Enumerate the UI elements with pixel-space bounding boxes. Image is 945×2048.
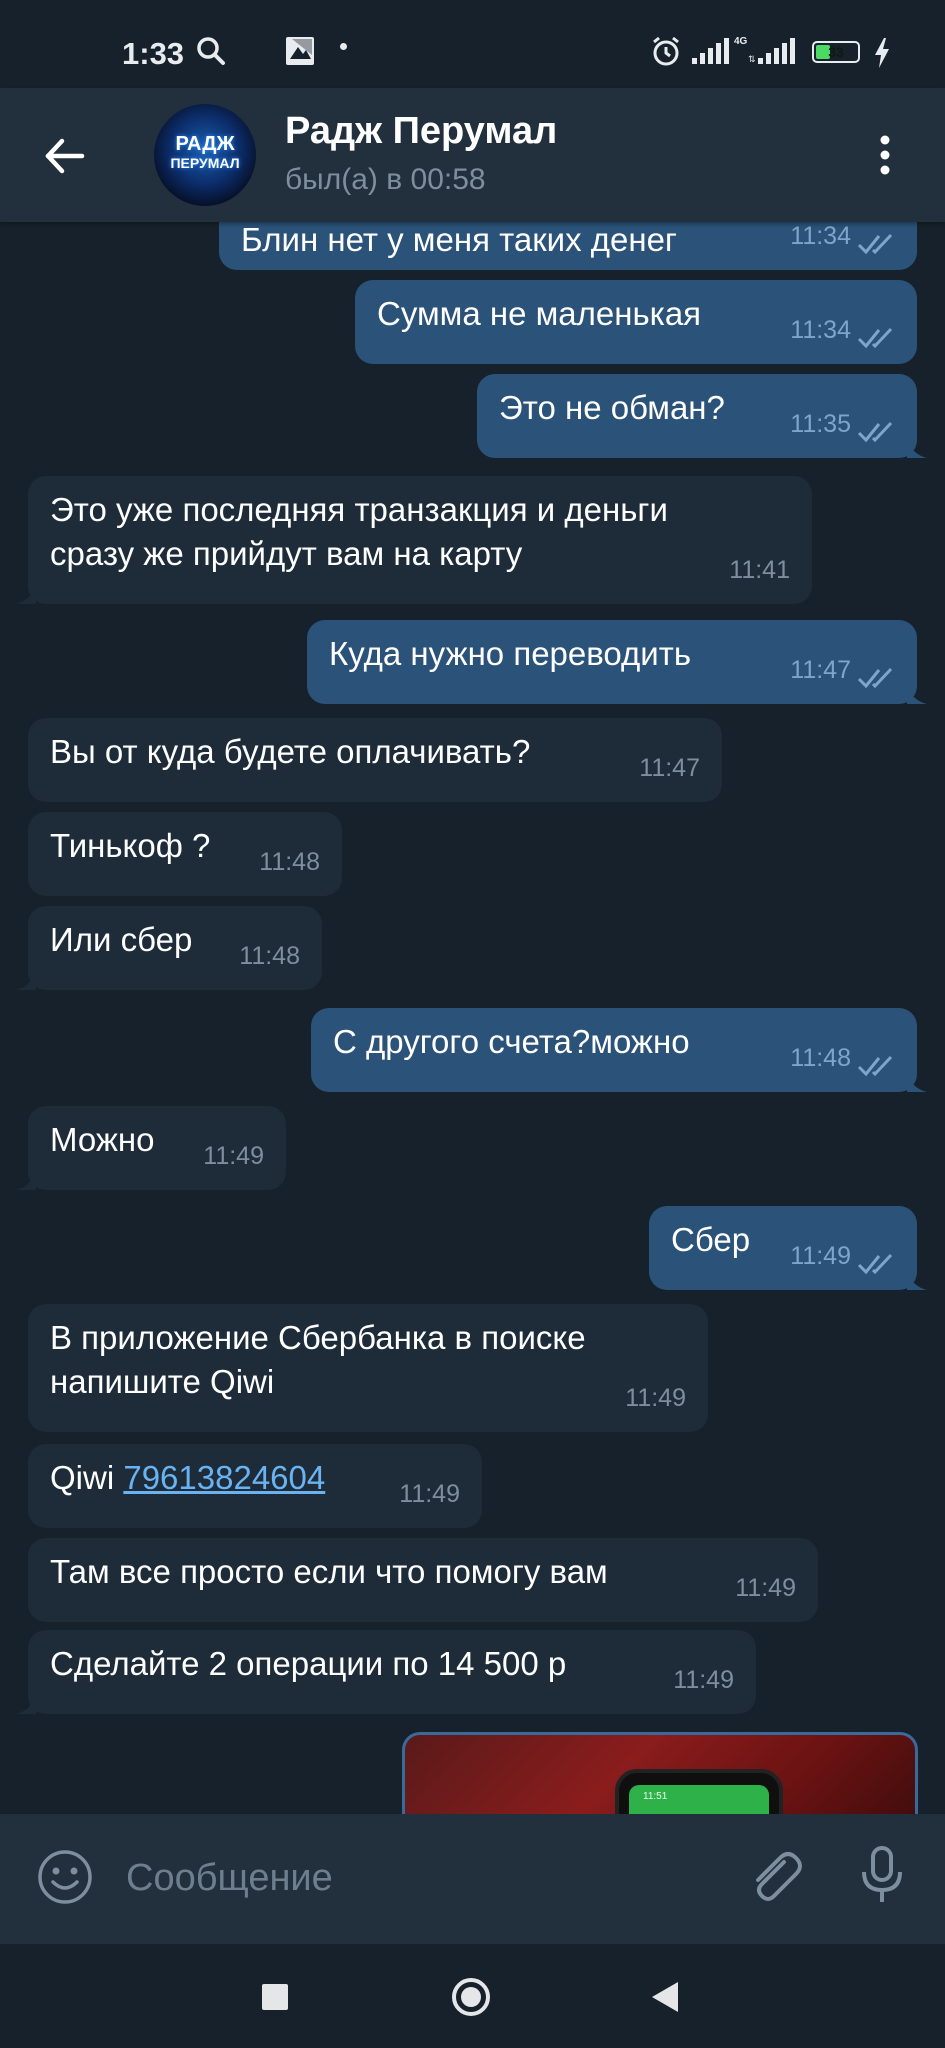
message-bubble[interactable]: Сбер 11:49 <box>649 1206 927 1290</box>
back-triangle-icon[interactable] <box>650 1980 680 2014</box>
search-icon <box>197 37 225 65</box>
network-type: 4G <box>734 36 748 47</box>
bubble-tail <box>16 1170 36 1190</box>
status-time: 1:33 <box>122 36 185 71</box>
message-time: 11:34 <box>790 316 851 344</box>
alarm-icon <box>653 36 679 66</box>
bubble-tail <box>907 438 927 458</box>
gallery-icon <box>286 37 314 65</box>
message-time: 11:34 <box>790 222 851 250</box>
message-bubble[interactable]: С другого счета?можно 11:48 <box>311 1008 927 1092</box>
read-checks-icon <box>857 667 893 689</box>
contact-name[interactable]: Радж Перумал <box>285 110 557 153</box>
message-bubble[interactable]: Там все просто если что помогу вам 11:49 <box>28 1538 818 1622</box>
message-bubble[interactable]: Куда нужно переводить 11:47 <box>307 620 927 704</box>
message-bubble[interactable]: Это уже последняя транзакция и деньги ср… <box>16 476 812 604</box>
signal-icon-2: ⇅ <box>748 38 795 64</box>
message-bubble[interactable]: Qiwi 79613824604 11:49 <box>28 1444 482 1528</box>
message-text: Сумма не маленькая <box>377 295 702 332</box>
photo-message[interactable]: 11:51 <box>402 1732 918 1814</box>
message-time: 11:47 <box>790 656 851 684</box>
message-bubble[interactable]: Вы от куда будете оплачивать? 11:47 <box>28 718 722 802</box>
bubble-tail <box>16 584 36 604</box>
message-text: Qiwi <box>50 1459 115 1496</box>
read-checks-icon <box>857 327 893 349</box>
message-text: Это уже последняя транзакция и деньги ср… <box>50 491 668 572</box>
avatar[interactable]: РАДЖ ПЕРУМАЛ <box>154 104 256 206</box>
message-bubble[interactable]: Блин нет у меня таких денег 11:34 <box>219 222 917 270</box>
message-bubble[interactable]: В приложение Сбербанка в поиске напишите… <box>28 1304 708 1432</box>
message-text: Блин нет у меня таких денег <box>241 222 677 258</box>
bubble-tail <box>16 970 36 990</box>
last-seen-status: был(а) в 00:58 <box>285 163 486 196</box>
message-time: 11:49 <box>203 1142 264 1170</box>
message-time: 11:49 <box>735 1574 796 1602</box>
system-nav-bar <box>0 1944 945 2048</box>
message-text: Тинькоф ? <box>50 827 211 864</box>
message-bubble[interactable]: Или сбер 11:48 <box>16 906 322 990</box>
signal-icon <box>692 38 729 64</box>
read-checks-icon <box>857 1253 893 1275</box>
message-bubble[interactable]: Это не обман? 11:35 <box>477 374 927 458</box>
message-bubble[interactable]: Тинькоф ? 11:48 <box>28 812 342 896</box>
more-options-icon[interactable] <box>870 132 900 178</box>
back-arrow-icon[interactable] <box>36 128 92 184</box>
message-text: В приложение Сбербанка в поиске напишите… <box>50 1319 586 1400</box>
emoji-icon[interactable] <box>36 1848 94 1906</box>
message-time: 11:49 <box>790 1242 851 1270</box>
message-time: 11:48 <box>259 848 320 876</box>
battery-icon: 33 <box>812 41 860 63</box>
chat-header: РАДЖ ПЕРУМАЛ Радж Перумал был(а) в 00:58 <box>0 88 945 222</box>
home-icon[interactable] <box>450 1976 492 2018</box>
svg-text:⇅: ⇅ <box>748 54 756 64</box>
phone-link[interactable]: 79613824604 <box>123 1459 325 1496</box>
message-text: Или сбер <box>50 921 193 958</box>
message-time: 11:35 <box>790 410 851 438</box>
message-text: Там все просто если что помогу вам <box>50 1553 608 1590</box>
message-bubble[interactable]: Сделайте 2 операции по 14 500 р 11:49 <box>16 1630 756 1714</box>
bubble-tail <box>907 1072 927 1092</box>
message-bubble[interactable]: Сумма не маленькая 11:34 <box>355 280 917 364</box>
compose-bar <box>0 1814 945 1944</box>
phone-screen-time: 11:51 <box>643 1791 668 1802</box>
message-time: 11:47 <box>639 754 700 782</box>
message-input[interactable] <box>124 1842 728 1914</box>
phone-image: 11:51 <box>615 1769 783 1814</box>
read-checks-icon <box>857 1055 893 1077</box>
attach-icon[interactable] <box>744 1844 804 1906</box>
bubble-tail <box>907 1270 927 1290</box>
message-list[interactable]: Блин нет у меня таких денег 11:34 Сумма … <box>0 222 945 1814</box>
message-time: 11:49 <box>673 1666 734 1694</box>
battery-level: 33 <box>828 44 844 60</box>
recent-apps-icon[interactable] <box>262 1984 288 2010</box>
message-bubble[interactable]: Можно 11:49 <box>16 1106 286 1190</box>
bubble-tail <box>16 1694 36 1714</box>
avatar-subtext: ПЕРУМАЛ <box>170 155 240 171</box>
message-time: 11:48 <box>239 942 300 970</box>
message-time: 11:49 <box>399 1480 460 1508</box>
message-text: Это не обман? <box>499 389 725 426</box>
microphone-icon[interactable] <box>860 1844 904 1906</box>
read-checks-icon <box>857 233 893 255</box>
notification-dot-icon <box>340 43 347 50</box>
read-checks-icon <box>857 421 893 443</box>
message-text: Сделайте 2 операции по 14 500 р <box>50 1645 567 1682</box>
message-time: 11:49 <box>625 1384 686 1412</box>
message-text: Можно <box>50 1121 155 1158</box>
bubble-tail <box>907 684 927 704</box>
message-text: Вы от куда будете оплачивать? <box>50 733 531 770</box>
message-time: 11:41 <box>729 556 790 584</box>
message-text: Сбер <box>671 1221 751 1258</box>
message-text: Куда нужно переводить <box>329 635 692 672</box>
message-text: С другого счета?можно <box>333 1023 690 1060</box>
status-bar: 1:33 4G ⇅ 33 <box>0 0 945 88</box>
charging-icon <box>875 38 889 68</box>
avatar-text: РАДЖ <box>175 133 235 155</box>
message-time: 11:48 <box>790 1044 851 1072</box>
